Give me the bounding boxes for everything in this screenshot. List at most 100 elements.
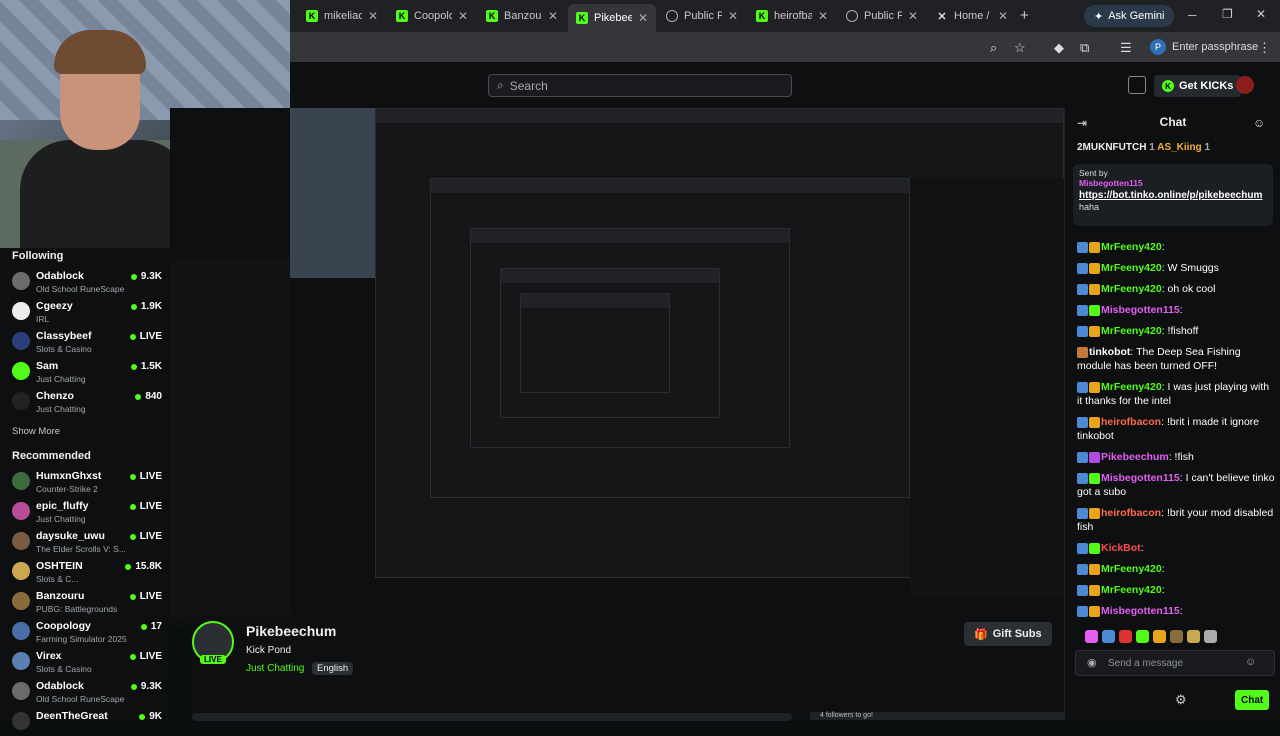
get-kicks-button[interactable]: K Get KICKs [1154,75,1242,97]
ask-gemini-button[interactable]: ✦ Ask Gemini [1084,5,1175,27]
browser-tab[interactable]: K Coopolo ✕ [388,4,476,28]
browser-menu-icon[interactable]: ⋮ [1258,40,1271,56]
close-icon[interactable]: ✕ [368,9,378,23]
browser-tab[interactable]: Public Pr ✕ [838,4,926,28]
stream-video-player[interactable] [170,108,1064,628]
emote-picker-icon[interactable]: ☺ [1245,656,1256,668]
user-avatar[interactable] [1236,76,1254,94]
sidebar-channel[interactable]: epic_fluffy Just Chatting LIVE [12,498,164,526]
chat-reply-icon[interactable]: ◉ [1087,656,1097,669]
globe-icon [846,10,858,22]
browser-tab[interactable]: K Banzour ✕ [478,4,566,28]
chat-username[interactable]: heirofbacon [1101,507,1161,519]
channel-name: HumxnGhxst [36,470,102,482]
browser-tab[interactable]: Public Pr ✕ [658,4,746,28]
bookmark-star-icon[interactable]: ☆ [1014,40,1026,56]
streamer-name[interactable]: Pikebeechum [246,623,336,639]
top-gifters: 2MUKNFUTCH 1 AS_Kiing 1 [1077,142,1277,158]
kick-icon: K [396,10,408,22]
sidebar-channel[interactable]: OSHTEIN Slots & C... 15.8K [12,558,164,586]
sidebar-channel[interactable]: daysuke_uwu The Elder Scrolls V: S... LIVE [12,528,164,556]
viewer-count: LIVE [129,331,162,342]
sidebar: Following Odablock Old School RuneScape 9.… [0,248,170,730]
close-icon[interactable]: ✕ [998,9,1008,23]
emote-icon[interactable] [1170,630,1183,643]
gift-subs-button[interactable]: 🎁 Gift Subs [964,622,1052,646]
sidebar-channel[interactable]: Coopology Farming Simulator 2025 17 [12,618,164,646]
close-icon[interactable]: ✕ [548,9,558,23]
emote-icon[interactable] [1102,630,1115,643]
sidebar-channel[interactable]: Chenzo Just Chatting 840 [12,388,164,416]
browser-tab[interactable]: Kmikeliac ✕ [298,4,386,28]
emote-icon[interactable] [1119,630,1132,643]
sidebar-channel[interactable]: Odablock Old School RuneScape 9.3K [12,268,164,296]
window-close-button[interactable]: ✕ [1256,7,1266,21]
tab-title: Home / X [954,10,992,22]
chat-send-button[interactable]: Chat [1235,690,1270,710]
kick-icon: K [756,10,768,22]
viewer-count: 17 [140,621,162,632]
minimize-button[interactable]: ─ [1188,8,1197,22]
channel-name: Odablock [36,680,84,692]
sidebar-channel[interactable]: Banzouru PUBG: Battlegrounds LIVE [12,588,164,616]
new-tab-button[interactable]: + [1020,7,1029,24]
browser-tab[interactable]: ✕ Home / X ✕ [928,4,1016,28]
browser-tab[interactable]: Kheirofba ✕ [748,4,836,28]
viewer-count: LIVE [129,471,162,482]
close-icon[interactable]: ✕ [458,9,468,23]
emote-icon[interactable] [1187,630,1200,643]
chat-username[interactable]: MrFeeny420 [1101,584,1162,596]
search-input[interactable]: ⌕ Search [488,74,792,97]
chat-username[interactable]: MrFeeny420 [1101,325,1162,337]
chat-username[interactable]: Misbegotten115 [1101,605,1180,617]
sidebar-channel[interactable]: Classybeef Slots & Casino LIVE [12,328,164,356]
chat-username[interactable]: Pikebeechum [1101,451,1169,463]
sidebar-channel[interactable]: Cgeezy IRL 1.9K [12,298,164,326]
extension-dot-icon[interactable]: ◆ [1054,40,1064,56]
globe-icon [666,10,678,22]
library-icon[interactable] [1128,76,1146,94]
show-more-link[interactable]: Show More [12,426,60,437]
chat-username[interactable]: heirofbacon [1101,416,1161,428]
chat-username[interactable]: MrFeeny420 [1101,262,1162,274]
browser-tab-active[interactable]: K Pikebee ✕ [568,4,656,32]
emote-icon[interactable] [1204,630,1217,643]
sidebar-channel[interactable]: Virex Slots & Casino LIVE [12,648,164,676]
sidebar-channel[interactable]: Sam Just Chatting 1.5K [12,358,164,386]
chat-username[interactable]: MrFeeny420 [1101,381,1162,393]
sidebar-channel[interactable]: HumxnGhxst Counter-Strike 2 LIVE [12,468,164,496]
passphrase-button[interactable]: P Enter passphrase [1150,37,1258,57]
language-tag[interactable]: English [312,662,354,675]
sidebar-channel[interactable]: Odablock Old School RuneScape 9.3K [12,678,164,706]
close-icon[interactable]: ✕ [908,9,918,23]
settings-gear-icon[interactable]: ⚙ [1175,692,1187,708]
close-icon[interactable]: ✕ [818,9,828,23]
chat-username[interactable]: KickBot [1101,542,1141,554]
pinned-user[interactable]: Misbegotten115 [1079,178,1267,188]
recursive-frame [520,293,670,393]
chat-username[interactable]: Misbegotten115 [1101,472,1180,484]
chat-username[interactable]: MrFeeny420 [1101,283,1162,295]
chat-username[interactable]: MrFeeny420 [1101,563,1162,575]
channel-name: Coopology [36,620,91,632]
chat-users-icon[interactable]: ☺ [1253,116,1265,130]
pinned-link[interactable]: https://bot.tinko.online/p/pikebeechum [1079,190,1267,202]
chat-username[interactable]: tinkobot [1089,346,1130,358]
channel-name: Virex [36,650,62,662]
chat-text: oh ok cool [1167,283,1216,295]
close-icon[interactable]: ✕ [728,9,738,23]
tab-search-icon[interactable]: ☰ [1120,40,1132,56]
channel-name: Cgeezy [36,300,73,312]
emote-icon[interactable] [1085,630,1098,643]
close-icon[interactable]: ✕ [638,11,648,25]
extensions-icon[interactable]: ⧉ [1080,40,1089,56]
chat-username[interactable]: Misbegotten115 [1101,304,1180,316]
sidebar-channel[interactable]: DeenTheGreat 9K [12,708,164,736]
chat-username[interactable]: MrFeeny420 [1101,241,1162,253]
viewer-count: LIVE [129,501,162,512]
stream-category[interactable]: Just Chatting [246,663,304,674]
emote-icon[interactable] [1153,630,1166,643]
zoom-icon[interactable]: ⌕ [990,40,997,56]
restore-button[interactable]: ❐ [1222,7,1233,21]
emote-icon[interactable] [1136,630,1149,643]
